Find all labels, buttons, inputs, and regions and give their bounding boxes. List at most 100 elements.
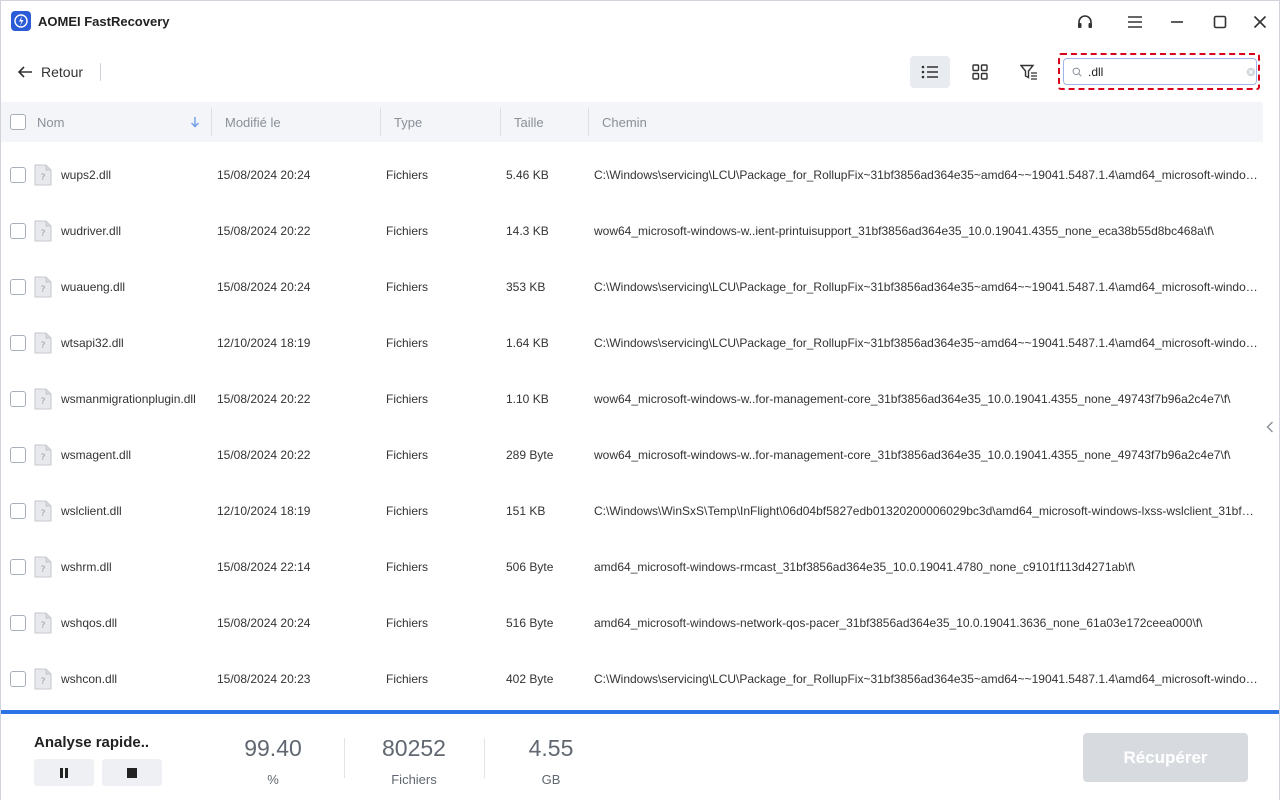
select-all-checkbox[interactable] — [10, 114, 26, 130]
file-modified: 15/08/2024 20:23 — [217, 672, 311, 686]
column-divider[interactable] — [500, 108, 501, 136]
column-divider[interactable] — [380, 108, 381, 136]
row-checkbox[interactable] — [10, 167, 26, 183]
filter-icon — [1020, 64, 1037, 80]
search-input[interactable] — [1088, 64, 1228, 79]
maximize-icon[interactable] — [1206, 9, 1234, 35]
row-checkbox[interactable] — [10, 503, 26, 519]
title-bar: AOMEI FastRecovery — [1, 1, 1279, 43]
table-row[interactable]: ? wsmagent.dll 15/08/2024 20:22 Fichiers… — [1, 427, 1263, 483]
file-name: wtsapi32.dll — [61, 336, 124, 350]
filter-button[interactable] — [1009, 56, 1049, 88]
table-row[interactable]: ? wudriver.dll 15/08/2024 20:22 Fichiers… — [1, 203, 1263, 259]
divider — [484, 738, 485, 778]
file-type: Fichiers — [386, 616, 429, 630]
row-checkbox[interactable] — [10, 223, 26, 239]
select-all-checkbox-cell[interactable] — [10, 102, 26, 142]
file-name: wups2.dll — [61, 168, 112, 182]
column-divider[interactable] — [211, 108, 212, 136]
close-icon[interactable] — [1246, 9, 1274, 35]
menu-icon[interactable] — [1121, 9, 1149, 35]
column-header-size[interactable]: Taille — [514, 102, 544, 142]
table-row[interactable]: ? wshcon.dll 15/08/2024 20:23 Fichiers 4… — [1, 651, 1263, 707]
column-path-label: Chemin — [602, 114, 647, 130]
pause-icon — [60, 767, 68, 778]
divider — [344, 738, 345, 778]
svg-text:?: ? — [41, 285, 46, 295]
file-modified: 15/08/2024 20:22 — [217, 224, 311, 238]
unknown-file-icon: ? — [34, 668, 52, 690]
list-view-button[interactable] — [910, 56, 950, 88]
column-header-path[interactable]: Chemin — [602, 102, 647, 142]
column-header-modified[interactable]: Modifié le — [225, 102, 281, 142]
file-type: Fichiers — [386, 168, 429, 182]
table-row[interactable]: ? wshrm.dll 15/08/2024 22:14 Fichiers 50… — [1, 539, 1263, 595]
file-path: C:\Windows\servicing\LCU\Package_for_Rol… — [594, 280, 1259, 294]
row-checkbox[interactable] — [10, 391, 26, 407]
table-row[interactable]: ? wslclient.dll 12/10/2024 18:19 Fichier… — [1, 483, 1263, 539]
unknown-file-icon: ? — [34, 556, 52, 578]
stop-icon — [127, 767, 137, 778]
search-box[interactable] — [1063, 58, 1257, 85]
app-title: AOMEI FastRecovery — [38, 14, 170, 29]
file-type: Fichiers — [386, 672, 429, 686]
file-name: wsmanmigrationplugin.dll — [61, 392, 196, 406]
back-button[interactable]: Retour — [17, 59, 83, 85]
unknown-file-icon: ? — [34, 612, 52, 634]
file-path: C:\Windows\servicing\LCU\Package_for_Rol… — [594, 168, 1259, 182]
file-type: Fichiers — [386, 504, 429, 518]
file-size: 1.64 KB — [506, 336, 549, 350]
file-modified: 15/08/2024 20:24 — [217, 616, 311, 630]
scan-status-label: Analyse rapide.. — [34, 734, 150, 751]
clear-search-icon[interactable] — [1246, 65, 1256, 79]
scan-status-bar: Analyse rapide.. 99.40 % 80252 Fichiers … — [1, 710, 1279, 800]
support-headset-icon[interactable] — [1071, 9, 1099, 35]
column-divider[interactable] — [588, 108, 589, 136]
size-found-value: 4.55 — [528, 735, 574, 761]
file-name: wudriver.dll — [61, 224, 122, 238]
column-header-name[interactable]: Nom — [37, 102, 64, 142]
stop-button[interactable] — [102, 759, 162, 786]
file-path: wow64_microsoft-windows-w..for-managemen… — [594, 448, 1231, 462]
file-size: 516 Byte — [506, 616, 554, 630]
table-row[interactable]: ? wtsapi32.dll 12/10/2024 18:19 Fichiers… — [1, 315, 1263, 371]
divider — [100, 63, 101, 81]
column-header-type[interactable]: Type — [394, 102, 422, 142]
size-found-unit: GB — [541, 772, 561, 787]
file-path: amd64_microsoft-windows-network-qos-pace… — [594, 616, 1203, 630]
minimize-icon[interactable] — [1163, 9, 1191, 35]
grid-view-icon — [972, 64, 988, 80]
table-row[interactable]: ? wuaueng.dll 15/08/2024 20:24 Fichiers … — [1, 259, 1263, 315]
row-checkbox[interactable] — [10, 335, 26, 351]
pause-button[interactable] — [34, 759, 94, 786]
collapse-panel-chevron-left-icon[interactable] — [1263, 419, 1277, 435]
file-type: Fichiers — [386, 224, 429, 238]
sort-down-icon[interactable] — [190, 102, 200, 142]
row-checkbox[interactable] — [10, 447, 26, 463]
file-size: 14.3 KB — [506, 224, 549, 238]
file-path: wow64_microsoft-windows-w..ient-printuis… — [594, 224, 1214, 238]
row-checkbox[interactable] — [10, 279, 26, 295]
row-checkbox[interactable] — [10, 671, 26, 687]
file-list: ? wups2.dll 15/08/2024 20:24 Fichiers 5.… — [1, 147, 1263, 707]
grid-view-button[interactable] — [960, 56, 1000, 88]
file-name: wshrm.dll — [61, 560, 112, 574]
recover-button[interactable]: Récupérer — [1083, 733, 1248, 782]
svg-text:?: ? — [41, 621, 46, 631]
file-name: wslclient.dll — [61, 504, 122, 518]
unknown-file-icon: ? — [34, 444, 52, 466]
svg-text:?: ? — [41, 509, 46, 519]
list-view-icon — [921, 65, 938, 79]
file-size: 289 Byte — [506, 448, 554, 462]
column-modified-label: Modifié le — [225, 114, 281, 130]
table-header: Nom Modifié le Type Taille Chemin — [1, 102, 1263, 142]
table-row[interactable]: ? wups2.dll 15/08/2024 20:24 Fichiers 5.… — [1, 147, 1263, 203]
row-checkbox[interactable] — [10, 615, 26, 631]
unknown-file-icon: ? — [34, 332, 52, 354]
files-found-value: 80252 — [382, 735, 446, 761]
file-size: 506 Byte — [506, 560, 554, 574]
file-path: C:\Windows\servicing\LCU\Package_for_Rol… — [594, 336, 1259, 350]
row-checkbox[interactable] — [10, 559, 26, 575]
table-row[interactable]: ? wshqos.dll 15/08/2024 20:24 Fichiers 5… — [1, 595, 1263, 651]
table-row[interactable]: ? wsmanmigrationplugin.dll 15/08/2024 20… — [1, 371, 1263, 427]
